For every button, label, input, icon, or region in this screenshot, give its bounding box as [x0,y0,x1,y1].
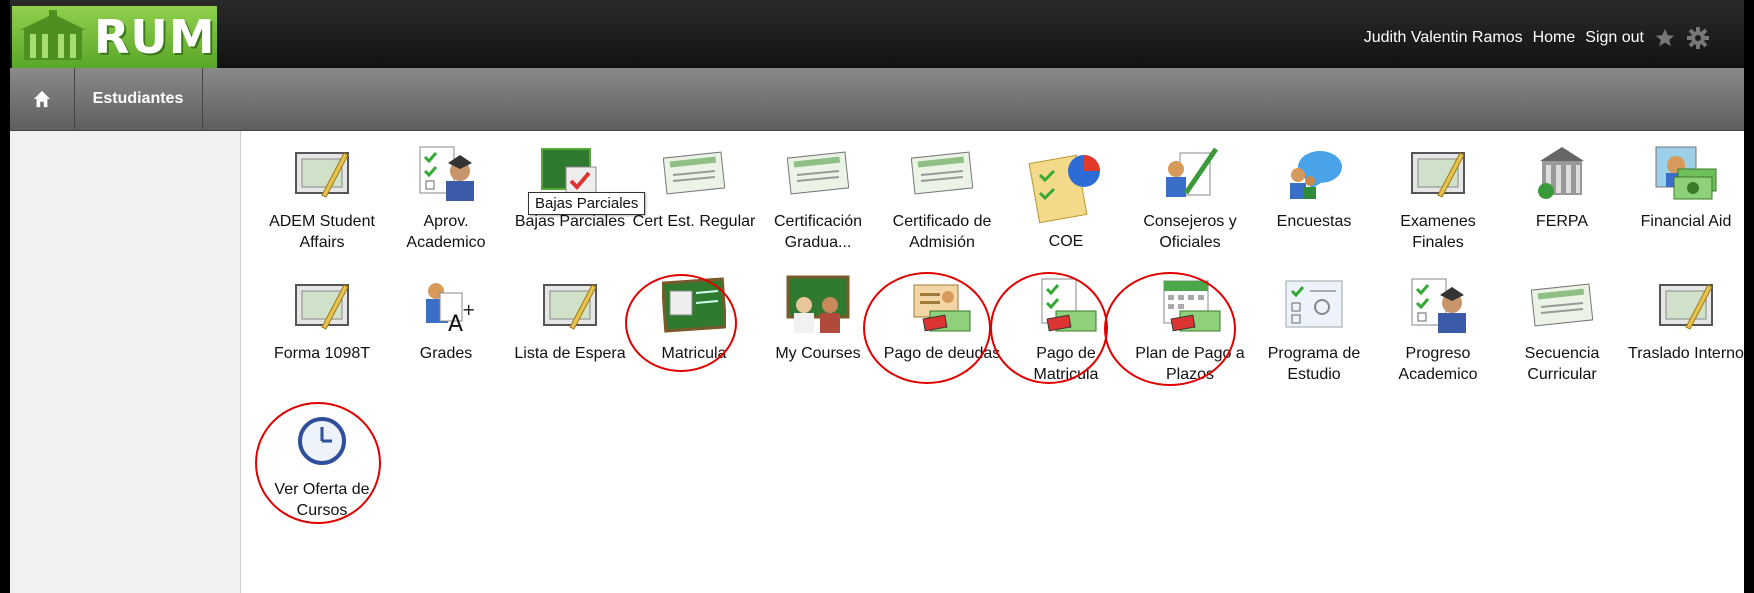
tile-label: Examenes Finales [1400,213,1476,251]
tile-label: Encuestas [1276,213,1352,230]
tile-plan-de-pago-a-plazos[interactable]: Plan de Pago a Plazos [1128,273,1252,385]
tile-label: Progreso Academico [1398,345,1478,383]
tile-secuencia-curricular[interactable]: Secuencia Curricular [1500,273,1624,385]
tile-label: Cert Est. Regular [632,213,756,230]
tile-certificado-de-admision[interactable]: Certificado de Admisión [880,141,1004,253]
tile-adem-student-affairs[interactable]: ADEM Student Affairs [260,141,384,253]
tile-encuestas[interactable]: Encuestas [1252,141,1376,232]
logo[interactable]: RUM [12,6,217,68]
tile-progreso-academico[interactable]: Progreso Academico [1376,273,1500,385]
tile-label: Certificado de Admisión [892,213,992,251]
tile-financial-aid[interactable]: Financial Aid [1624,141,1744,232]
certificate-checklist-icon [1282,273,1346,337]
certificate-icon [786,141,850,205]
home-icon [33,90,51,108]
tile-label: My Courses [775,345,861,362]
tile-consejeros-y-oficiales[interactable]: Consejeros y Oficiales [1128,141,1252,253]
money-student-icon [1654,141,1718,205]
tile-label: Programa de Estudio [1267,345,1361,383]
sign-out-link[interactable]: Sign out [1585,29,1644,47]
tab-estudiantes[interactable]: Estudiantes [74,68,203,130]
user-name[interactable]: Judith Valentin Ramos [1364,29,1523,47]
tile-pago-de-matricula[interactable]: Pago de Matricula [1004,273,1128,385]
clock-icon [290,409,354,473]
tile-label: Certificación Gradua... [773,213,863,251]
top-bar: RUM Judith Valentin Ramos Home Sign out [10,0,1744,68]
grade-a-plus-icon: A + [414,273,478,337]
tile-certificacion-gradua[interactable]: Certificación Gradua... [756,141,880,253]
certificate-pencil-icon [290,273,354,337]
tile-ferpa[interactable]: FERPA [1500,141,1624,232]
student-checklist-icon [414,141,478,205]
home-button[interactable] [10,68,75,130]
building-logo-icon [20,10,86,60]
tooltip: Bajas Parciales [528,192,646,215]
svg-text:A: A [448,312,463,335]
certificate-pencil-icon [538,273,602,337]
tile-bajas-parciales[interactable]: Bajas Parciales [508,141,632,232]
id-card-money-icon [910,273,974,337]
tile-label: Pago de Matricula [1033,345,1099,383]
teachers-chalkboard-icon [786,273,850,337]
tile-label: Financial Aid [1640,213,1732,230]
tile-label: Ver Oferta de Cursos [274,481,370,519]
tile-traslado-interno[interactable]: Traslado Interno [1624,273,1744,364]
tile-aprov-academico[interactable]: Aprov. Academico [384,141,508,253]
chalkboard-course-icon [662,273,726,337]
tile-label: Forma 1098T [273,345,371,362]
certificate-icon [910,141,974,205]
chart-document-icon [1026,145,1106,225]
tile-pago-de-deudas[interactable]: Pago de deudas [880,273,1004,364]
certificate-icon [662,141,726,205]
student-checklist-icon [1406,273,1470,337]
tile-matricula[interactable]: Matricula [632,273,756,364]
tile-coe[interactable]: COE [1004,145,1128,252]
certificate-pencil-icon [1654,273,1718,337]
tile-label: COE [1048,233,1084,250]
nav-bar: Estudiantes [10,68,1744,131]
tile-label: Matricula [661,345,727,362]
app-grid: ADEM Student Affairs Aprov. Academico Ba… [10,131,1744,593]
tile-label: Secuencia Curricular [1524,345,1600,383]
tile-grades[interactable]: A + Grades [384,273,508,364]
gear-icon[interactable] [1686,26,1710,50]
tile-label: FERPA [1535,213,1589,230]
checklist-money-icon [1034,273,1098,337]
star-icon[interactable] [1654,27,1676,49]
tile-label: Grades [419,345,473,362]
logo-text: RUM [94,10,216,64]
tile-label: Pago de deudas [883,345,1001,362]
tile-label: Lista de Espera [514,345,626,362]
app-window: RUM Judith Valentin Ramos Home Sign out [10,0,1744,593]
tile-label: Consejeros y Oficiales [1143,213,1237,251]
tile-label: Aprov. Academico [406,213,486,251]
certificate-icon [1530,273,1594,337]
tile-my-courses[interactable]: My Courses [756,273,880,364]
tile-label: Traslado Interno [1628,345,1744,362]
certificate-pencil-icon [1406,141,1470,205]
certificate-pencil-icon [290,141,354,205]
home-link[interactable]: Home [1533,29,1576,47]
tile-ver-oferta-de-cursos[interactable]: Ver Oferta de Cursos [260,409,384,521]
tile-forma-1098t[interactable]: Forma 1098T [260,273,384,364]
tile-cert-est-regular[interactable]: Cert Est. Regular [632,141,756,232]
building-icon [1530,141,1594,205]
tile-programa-de-estudio[interactable]: Programa de Estudio [1252,273,1376,385]
tile-lista-de-espera[interactable]: Lista de Espera [508,273,632,364]
calendar-money-icon [1158,273,1222,337]
counselor-icon [1158,141,1222,205]
svg-text:+: + [462,300,475,319]
tile-label: Plan de Pago a Plazos [1135,345,1245,383]
tile-label: ADEM Student Affairs [269,213,375,251]
user-bar: Judith Valentin Ramos Home Sign out [1364,26,1710,50]
tile-examenes-finales[interactable]: Examenes Finales [1376,141,1500,253]
survey-chat-icon [1282,141,1346,205]
